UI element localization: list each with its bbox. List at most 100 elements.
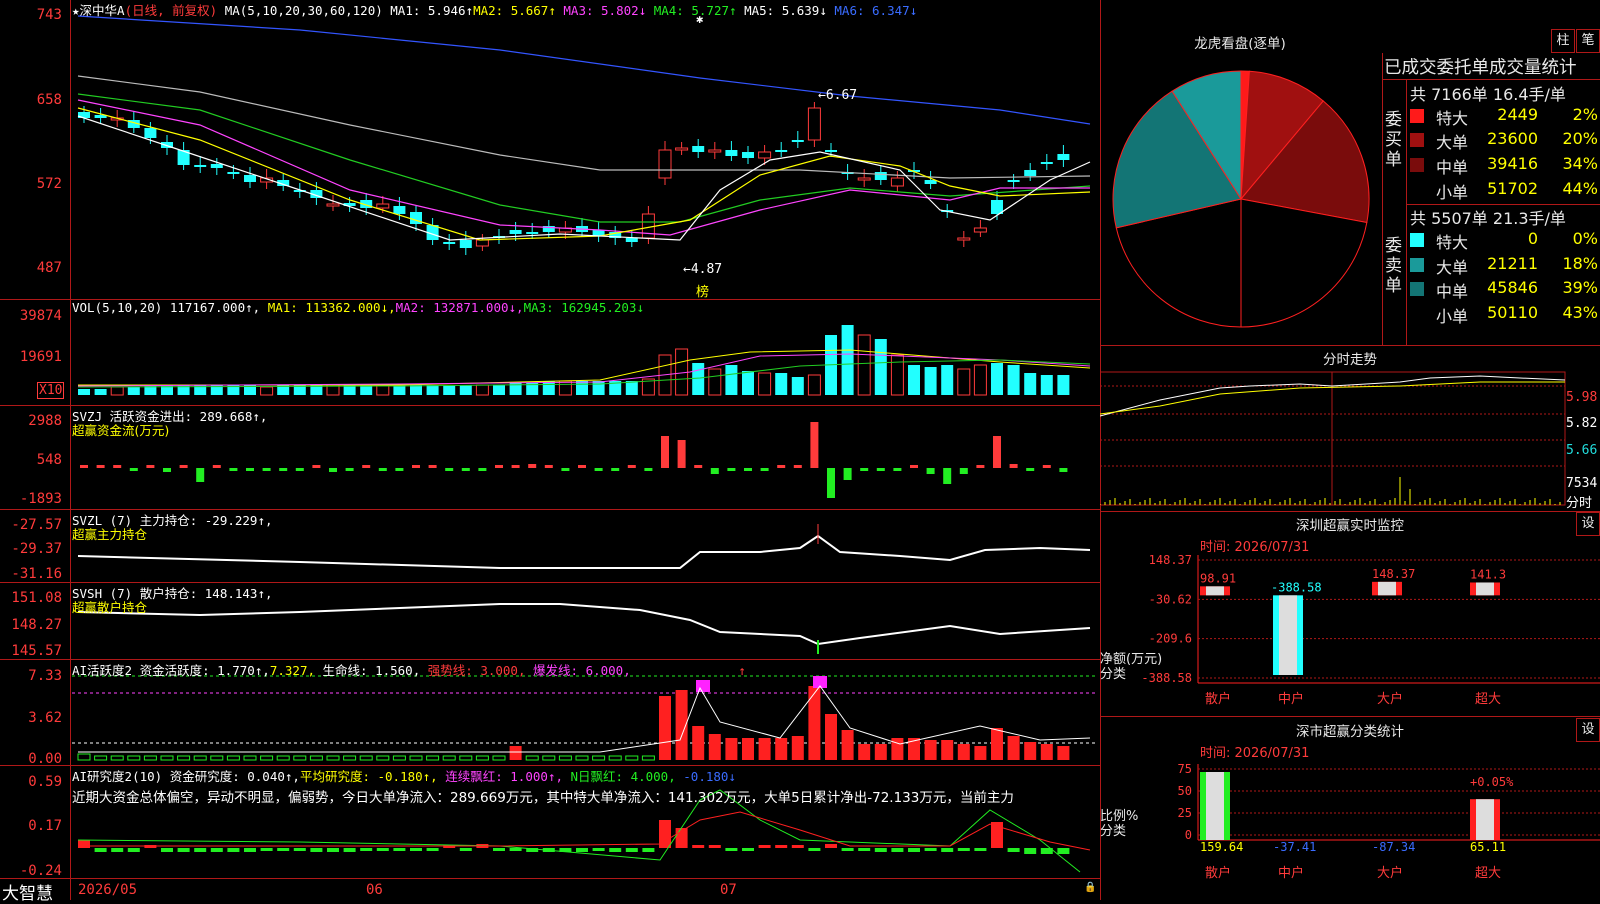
fund-flow-bar	[1042, 465, 1051, 468]
candle-down	[874, 172, 887, 180]
research-bar	[725, 848, 738, 851]
activity-bar	[77, 753, 91, 761]
buy-summary: 共 7166单 16.4手/单	[1410, 85, 1566, 104]
fund-flow-bar	[511, 465, 520, 468]
intraday-chart[interactable]	[1100, 370, 1600, 510]
chart-axis-label: -209.6	[1149, 632, 1192, 646]
research-bar	[177, 848, 190, 852]
intraday-vol-label: 7534	[1566, 476, 1598, 491]
row-value: 39416	[1487, 154, 1538, 173]
activity-bar	[924, 740, 937, 760]
main-chart-header: ★深中华A(日线, 前复权) MA(5,10,20,30,60,120) MA1…	[72, 0, 917, 19]
order-stats-header: 已成交委托单成交量统计	[1384, 58, 1577, 78]
fund-flow-bar	[362, 465, 371, 468]
research-bar	[808, 848, 821, 851]
ai-research-axis-label: 0.17	[28, 818, 62, 834]
row-pct: 34%	[1562, 154, 1598, 173]
volume-bar-down	[127, 387, 140, 395]
candle-up	[658, 149, 672, 179]
activity-bar	[143, 755, 157, 761]
candle-down	[742, 152, 754, 158]
ma5-value: MA5: 5.639↓	[744, 3, 827, 18]
row-pct: 18%	[1562, 254, 1598, 273]
activity-bar	[758, 738, 771, 760]
activity-bar	[742, 738, 754, 760]
activity-bar	[160, 755, 174, 761]
candle-down	[924, 180, 937, 184]
sz-classify-chart[interactable]: 75 50 25 0 比例%分类 159.64 散户 -37.41 中户 -87.34 大户 65.1…	[1100, 760, 1600, 900]
volume-bar-up	[475, 384, 489, 396]
chart-axis-label: 148.37	[1149, 555, 1192, 567]
row-value: 51702	[1487, 179, 1538, 198]
color-swatch	[1410, 282, 1424, 296]
svzj-axis-label: 2988	[28, 413, 62, 429]
fund-flow-bar	[727, 468, 736, 471]
sep-right-2	[1100, 511, 1600, 512]
burst-line-value: 爆发线: 6.000,	[533, 663, 631, 678]
activity-bar	[1024, 742, 1037, 760]
row-name: 小单	[1436, 183, 1469, 202]
red-streak-value: 连续飘红: 1.000↑,	[445, 769, 563, 784]
candle-down	[1057, 154, 1070, 160]
intraday-axis-label: 5.82	[1566, 416, 1598, 431]
volume-bar-up	[758, 372, 772, 396]
fund-flow-bar	[910, 465, 918, 468]
activity-bar	[974, 746, 987, 760]
candle-down	[509, 230, 522, 234]
candle-down	[210, 164, 223, 168]
fund-flow-bar	[229, 468, 238, 471]
research-bar	[924, 848, 937, 851]
sz-monitor-settings-button[interactable]: 设	[1576, 512, 1600, 536]
fund-flow-bar	[495, 465, 503, 468]
svzl-axis-label: -27.57	[11, 517, 62, 533]
ma6-line	[77, 15, 1091, 125]
chart-axis-label: -30.62	[1149, 592, 1192, 606]
row-pct: 20%	[1562, 129, 1598, 148]
intraday-axis-label: 5.98	[1566, 390, 1598, 405]
research-bar	[210, 848, 223, 852]
fund-flow-bar	[279, 468, 288, 471]
volume-bar-up	[260, 386, 274, 396]
buy-row-large: 大单 23600 20%	[1408, 128, 1600, 152]
activity-bar	[243, 755, 257, 761]
stock-name[interactable]: 深中华A	[80, 3, 125, 18]
order-pie-chart[interactable]	[1100, 58, 1382, 340]
research-bar	[742, 848, 754, 851]
fund-flow-bar	[544, 465, 553, 468]
kline-chart-area[interactable]	[0, 0, 1100, 900]
volume-bar-down	[410, 385, 422, 395]
dragon-tiger-list-badge[interactable]: 榜	[696, 281, 709, 300]
volume-bar-up	[807, 374, 821, 396]
favorite-star-icon[interactable]: ★	[72, 3, 80, 18]
percent-annotation: +0.05%	[1470, 775, 1514, 789]
category-label: 散户	[1205, 865, 1231, 881]
vol-unit-button[interactable]: X10	[37, 382, 65, 399]
sz-classify-settings-button[interactable]: 设	[1576, 718, 1600, 742]
fund-flow-bar	[710, 468, 719, 474]
row-value: 50110	[1487, 303, 1538, 322]
fund-flow-bar	[345, 468, 354, 471]
category-label: 散户	[1205, 691, 1231, 707]
research-bar	[874, 848, 887, 852]
bar-mode-button[interactable]: 柱	[1551, 29, 1575, 53]
research-bar	[194, 848, 207, 852]
research-bar	[293, 848, 306, 851]
research-bar	[758, 845, 771, 848]
candle-up	[807, 107, 821, 141]
sep-right-1	[1100, 345, 1600, 346]
research-bar	[343, 848, 356, 852]
research-bar	[858, 848, 871, 851]
pen-mode-button[interactable]: 笔	[1576, 29, 1600, 53]
buy-row-super: 特大 2449 2%	[1408, 104, 1600, 128]
research-bar	[161, 848, 173, 852]
order-stats-rule	[1382, 79, 1600, 80]
dragon-tiger-title: 龙虎看盘(逐单)	[1194, 36, 1286, 52]
fund-flow-bar	[644, 468, 653, 471]
lock-icon[interactable]: 🔒	[1084, 882, 1096, 893]
candle-up	[890, 177, 904, 187]
fund-flow-bar	[329, 468, 337, 472]
color-swatch	[1410, 133, 1424, 147]
sz-monitor-chart[interactable]: 148.37 -30.62 -209.6 -388.58 净额(万元)分类 98.91 散户…	[1100, 555, 1600, 715]
activity-bar	[991, 728, 1003, 760]
research-bar	[642, 848, 655, 852]
